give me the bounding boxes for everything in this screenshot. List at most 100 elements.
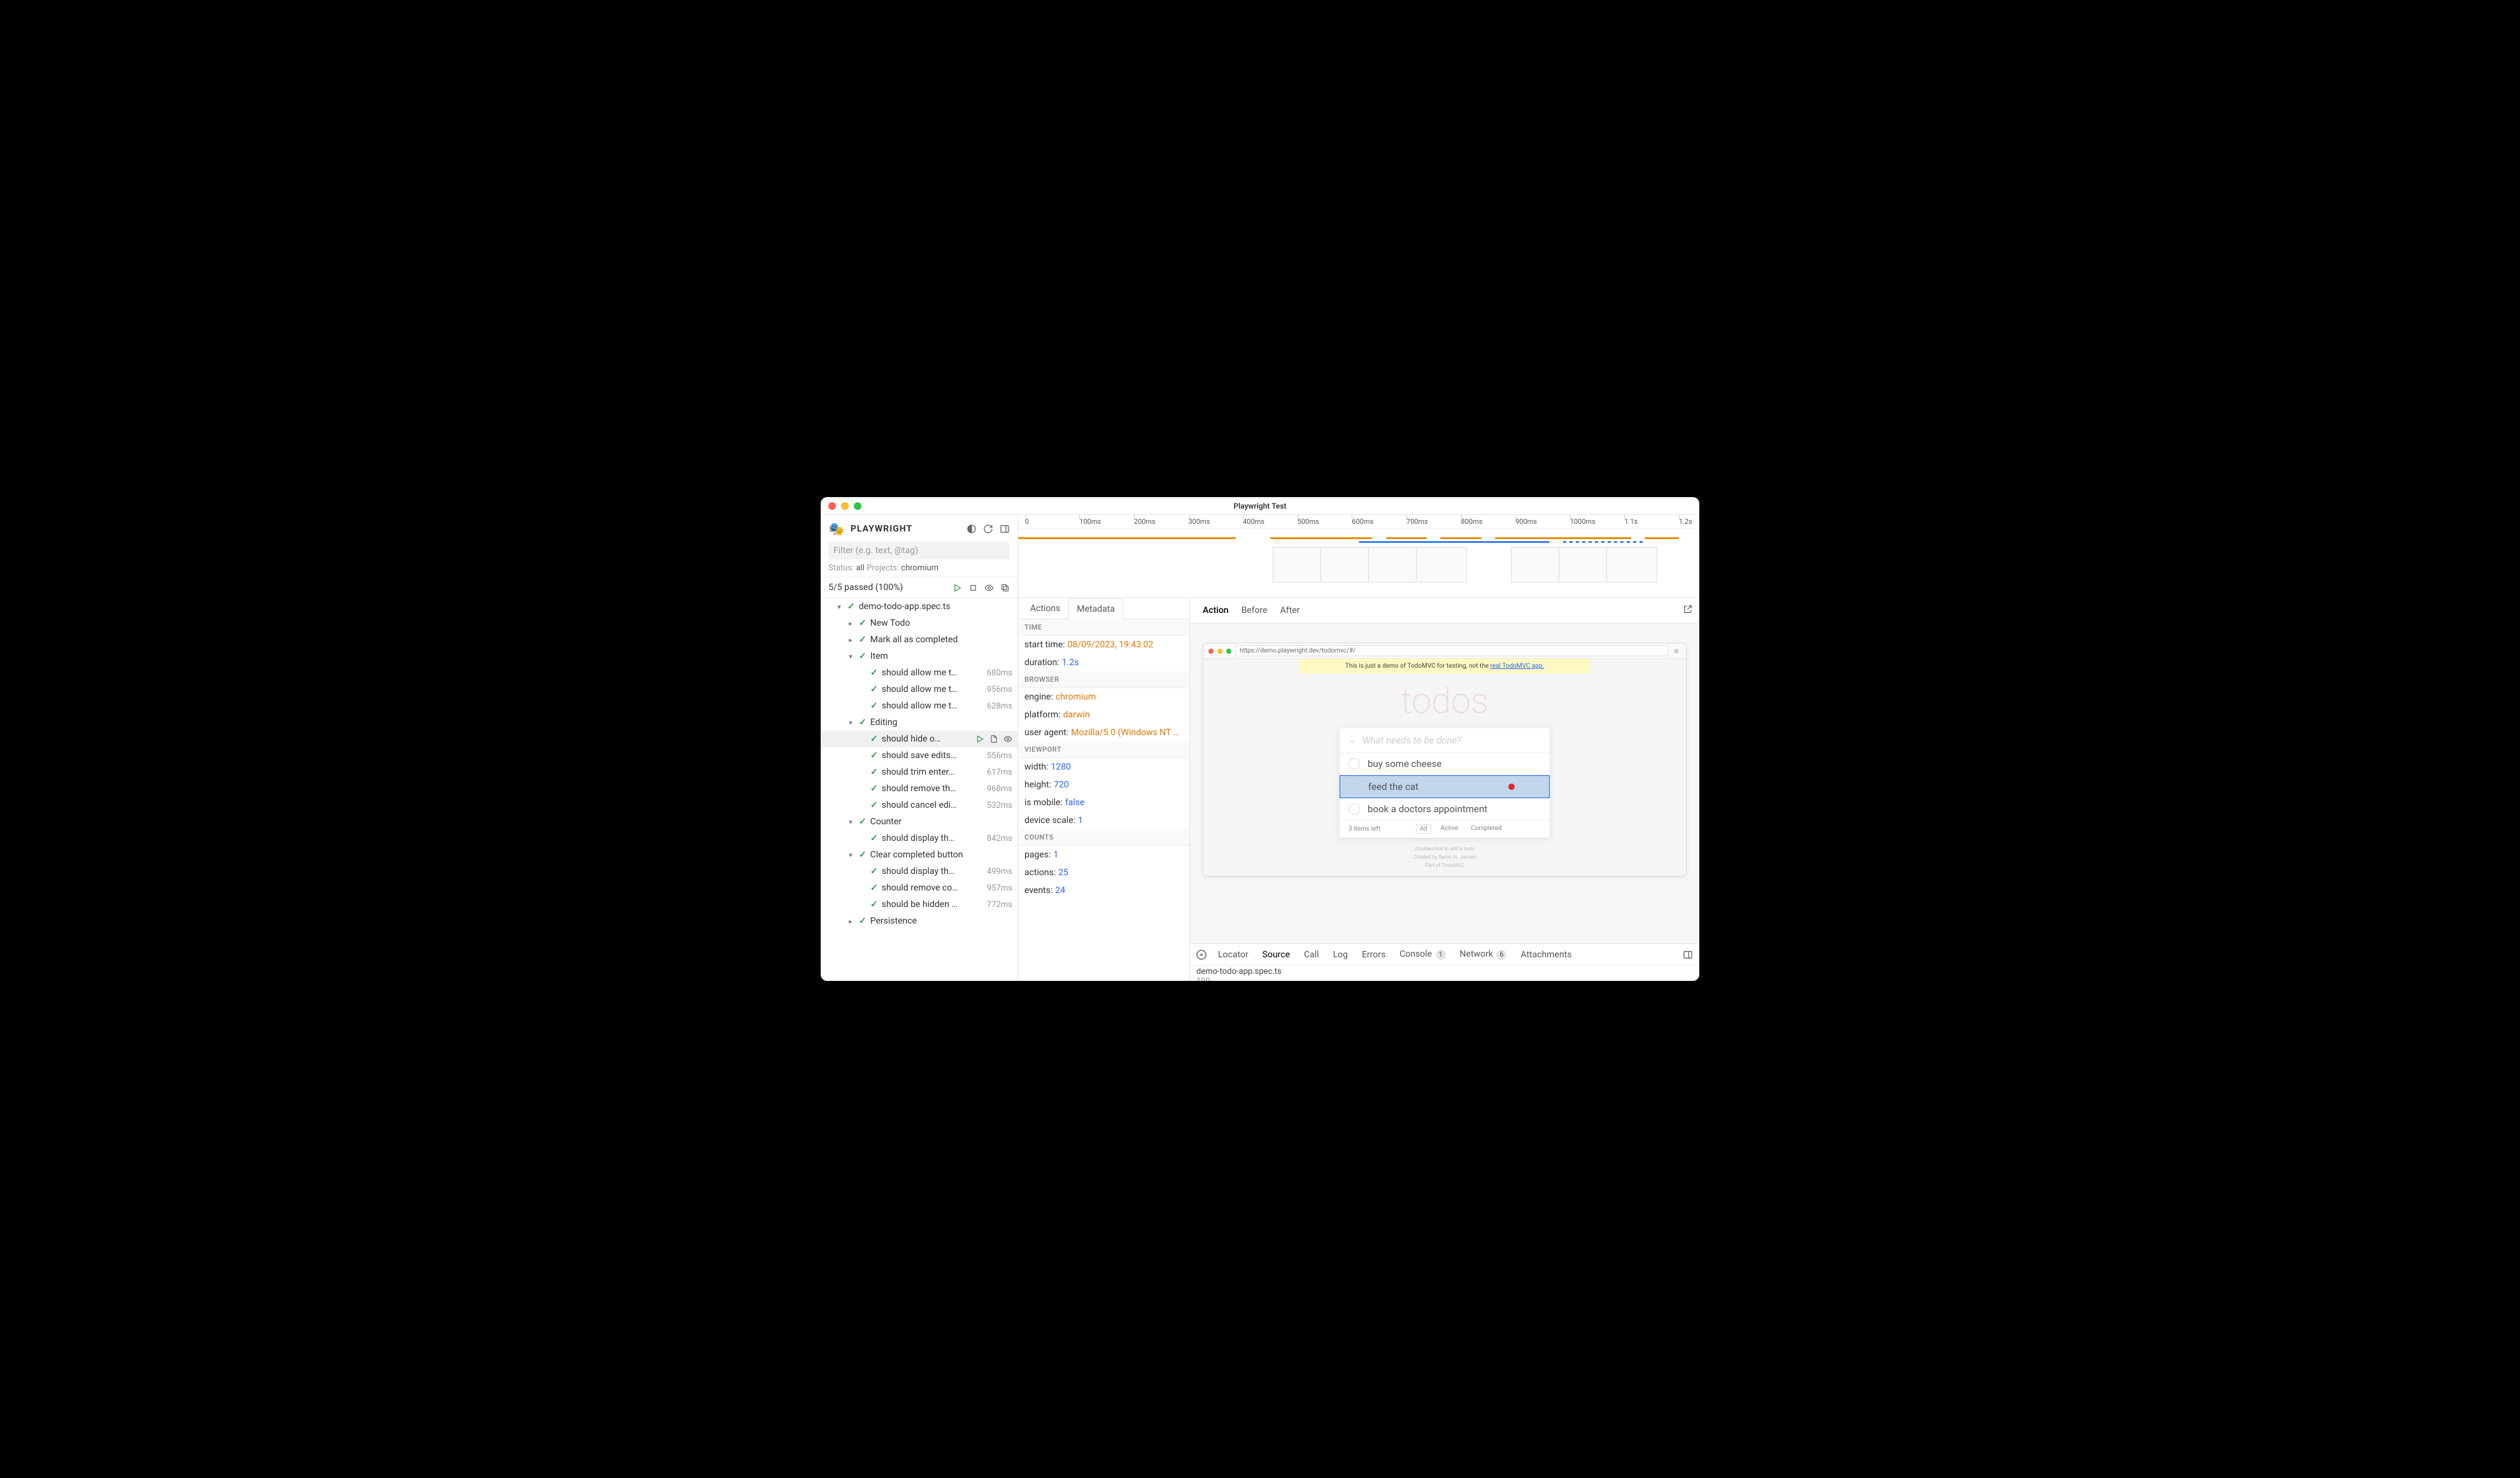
- device-scale-value: 1: [1078, 815, 1083, 826]
- tab-source[interactable]: Source: [1260, 947, 1292, 962]
- bottom-panel: Locator Source Call Log Errors Console 1…: [1190, 944, 1699, 981]
- preview-pane: Action Before After http: [1190, 598, 1699, 944]
- timeline-thumb[interactable]: [1511, 547, 1562, 582]
- tree-row[interactable]: ✓should display th…842ms: [821, 830, 1017, 847]
- play-icon[interactable]: [975, 735, 984, 743]
- pages-value: 1: [1053, 850, 1058, 860]
- preview-close-dot: [1208, 649, 1214, 654]
- tree-row[interactable]: ✓should hide o…: [821, 731, 1017, 747]
- tick-label: 600ms: [1352, 517, 1373, 526]
- section-counts: COUNTS: [1018, 829, 1189, 846]
- chevron-down-icon: ⌄: [1348, 735, 1356, 745]
- projects-value: chromium: [901, 563, 938, 573]
- credits: Double-click to edit a todoCreated by Re…: [1203, 845, 1686, 869]
- minimize-dot[interactable]: [841, 502, 849, 510]
- tree-row[interactable]: ✓should allow me t…680ms: [821, 665, 1017, 681]
- timeline-thumb[interactable]: [1606, 547, 1657, 582]
- reload-icon[interactable]: [983, 524, 993, 534]
- popout-icon[interactable]: [1683, 604, 1693, 617]
- todo-footer: 3 items left All Active Completed: [1340, 820, 1550, 838]
- tree-row[interactable]: ✓should be hidden …772ms: [821, 896, 1017, 913]
- tree-row[interactable]: ✓should allow me t…628ms: [821, 698, 1017, 714]
- tab-log[interactable]: Log: [1331, 947, 1350, 962]
- tick-label: 100ms: [1079, 517, 1101, 526]
- status-value: all: [856, 563, 865, 573]
- tab-after[interactable]: After: [1274, 600, 1306, 621]
- tab-errors[interactable]: Errors: [1359, 947, 1388, 962]
- app-window: Playwright Test 🎭 PLAYWRIGHT Status: al: [821, 497, 1699, 981]
- tab-locator[interactable]: Locator: [1215, 947, 1251, 962]
- banner-link: real TodoMVC app.: [1490, 663, 1545, 670]
- test-tree[interactable]: ✓demo-todo-app.spec.ts✓New Todo✓Mark all…: [821, 598, 1017, 981]
- eye-icon[interactable]: [984, 583, 994, 593]
- tree-row[interactable]: ✓Editing: [821, 714, 1017, 731]
- tree-row[interactable]: ✓Clear completed button: [821, 847, 1017, 863]
- projects-label: Projects:: [867, 563, 899, 573]
- timeline-thumb[interactable]: [1416, 547, 1467, 582]
- tab-network[interactable]: Network 6: [1457, 947, 1510, 962]
- status-label: Status:: [828, 563, 854, 573]
- tick-label: 1.1s: [1624, 517, 1638, 526]
- todo-item: buy some cheese: [1340, 753, 1550, 775]
- tick-label: 500ms: [1298, 517, 1319, 526]
- tick-label: 700ms: [1406, 517, 1428, 526]
- timeline-thumb[interactable]: [1273, 547, 1324, 582]
- panel-layout-icon[interactable]: [1683, 950, 1693, 960]
- eye-icon[interactable]: [1003, 735, 1012, 743]
- timeline-thumb[interactable]: [1559, 547, 1610, 582]
- preview-min-dot: [1217, 649, 1222, 654]
- tab-attachments[interactable]: Attachments: [1518, 947, 1574, 962]
- tree-row[interactable]: ✓should display th…499ms: [821, 863, 1017, 880]
- timeline-thumb[interactable]: [1368, 547, 1419, 582]
- tree-row[interactable]: ✓Mark all as completed: [821, 631, 1017, 648]
- tree-row[interactable]: ✓should cancel edi…532ms: [821, 797, 1017, 813]
- console-badge: 1: [1436, 950, 1446, 960]
- playwright-logo-icon: 🎭: [828, 521, 844, 537]
- tree-row[interactable]: ✓should trim enter…617ms: [821, 764, 1017, 780]
- tree-row[interactable]: ✓Persistence: [821, 913, 1017, 929]
- source-line: 199: [1196, 976, 1693, 981]
- target-icon[interactable]: [1196, 950, 1207, 960]
- tab-action[interactable]: Action: [1196, 600, 1235, 621]
- tick-label: 0: [1025, 517, 1029, 526]
- url-bar: https://demo.playwright.dev/todomvc/#/: [1235, 645, 1668, 656]
- engine-value: chromium: [1056, 692, 1096, 702]
- tree-row[interactable]: ✓New Todo: [821, 615, 1017, 631]
- timeline[interactable]: 0100ms200ms300ms400ms500ms600ms700ms800m…: [1018, 515, 1699, 598]
- tree-row[interactable]: ✓demo-todo-app.spec.ts: [821, 598, 1017, 615]
- brand-text: PLAYWRIGHT: [851, 524, 912, 534]
- tree-row[interactable]: ✓Counter: [821, 813, 1017, 830]
- tree-row[interactable]: ✓should allow me t…956ms: [821, 681, 1017, 698]
- sidebar-toggle-icon[interactable]: [1000, 524, 1010, 534]
- todo-item-selected: feed the cat: [1340, 775, 1550, 798]
- theme-icon[interactable]: [966, 524, 977, 534]
- section-time: TIME: [1018, 619, 1189, 636]
- todos-logo: todos: [1203, 680, 1686, 722]
- tab-actions[interactable]: Actions: [1022, 598, 1068, 619]
- section-browser: BROWSER: [1018, 672, 1189, 688]
- tick-label: 400ms: [1243, 517, 1264, 526]
- user-agent-value: Mozilla/5.0 (Windows NT …: [1071, 728, 1179, 738]
- section-viewport: VIEWPORT: [1018, 742, 1189, 758]
- timeline-thumb[interactable]: [1320, 547, 1371, 582]
- hamburger-icon: ≡: [1672, 647, 1681, 656]
- maximize-dot[interactable]: [854, 502, 861, 510]
- stop-icon[interactable]: [968, 583, 978, 593]
- tree-row[interactable]: ✓Item: [821, 648, 1017, 665]
- tree-row[interactable]: ✓should remove th…968ms: [821, 780, 1017, 797]
- source-file: demo-todo-app.spec.ts: [1196, 967, 1693, 976]
- tree-row[interactable]: ✓should save edits…556ms: [821, 747, 1017, 764]
- filter-input[interactable]: [828, 542, 1010, 560]
- file-icon[interactable]: [989, 735, 998, 743]
- copy-icon[interactable]: [1000, 583, 1010, 593]
- close-dot[interactable]: [828, 502, 836, 510]
- tree-row[interactable]: ✓should remove co…957ms: [821, 880, 1017, 896]
- tab-metadata[interactable]: Metadata: [1068, 598, 1123, 619]
- tab-before[interactable]: Before: [1235, 600, 1274, 621]
- tick-label: 1000ms: [1570, 517, 1596, 526]
- actions-value: 25: [1058, 868, 1068, 878]
- tab-console[interactable]: Console 1: [1397, 947, 1448, 962]
- todo-item: book a doctors appointment: [1340, 798, 1550, 820]
- tab-call[interactable]: Call: [1301, 947, 1322, 962]
- play-icon[interactable]: [952, 583, 962, 593]
